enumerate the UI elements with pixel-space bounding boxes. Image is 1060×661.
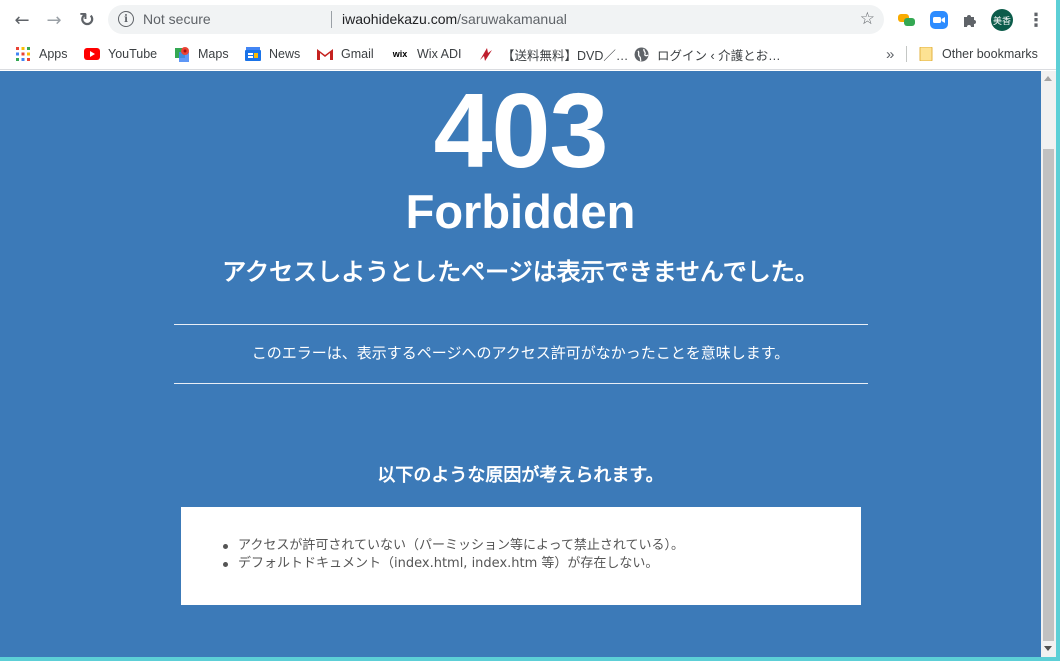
profile-initials: 美香 (992, 16, 1011, 27)
browser-window: ← → ↻ i Not secure iwaohidekazu.com/saru… (0, 0, 1060, 657)
forward-arrow-icon: → (46, 9, 62, 31)
bookmark-label: Wix ADI (417, 47, 462, 61)
bookmark-apps[interactable]: Apps (15, 44, 68, 64)
bookmark-label: Maps (198, 47, 229, 61)
reload-icon: ↻ (79, 9, 95, 31)
bookmark-label: News (269, 47, 301, 61)
url-host: iwaohidekazu.com (342, 11, 458, 27)
vertical-scrollbar[interactable] (1041, 71, 1056, 657)
chat-extension-icon[interactable] (896, 9, 918, 31)
globe-icon (633, 46, 649, 62)
bookmark-maps[interactable]: Maps (174, 44, 229, 64)
bookmark-label: ログイン ‹ 介護とお… (657, 48, 781, 63)
chevron-double-right-icon: » (886, 45, 895, 63)
reload-button[interactable]: ↻ (74, 7, 100, 33)
bookmark-label: Gmail (341, 47, 374, 61)
bookmarks-overflow-button[interactable]: » (886, 44, 894, 64)
bookmark-youtube[interactable]: YouTube (84, 44, 157, 64)
gmail-icon (317, 46, 333, 62)
forward-button[interactable]: → (41, 7, 67, 33)
bookmarks-bar: Apps YouTube Maps News Gmail wix Wix ADI… (0, 38, 1060, 70)
page-content: 403 Forbidden アクセスしようとしたページは表示できませんでした。 … (0, 71, 1041, 657)
list-item: アクセスが許可されていない（パーミッション等によって禁止されている）。 (222, 538, 685, 553)
kebab-menu-icon: ⋮ (1027, 9, 1045, 31)
bookmarks-separator (906, 46, 907, 62)
browser-toolbar: ← → ↻ i Not secure iwaohidekazu.com/saru… (0, 0, 1060, 38)
youtube-icon (84, 46, 100, 62)
divider-bottom (174, 383, 868, 384)
security-label[interactable]: Not secure (143, 11, 211, 27)
causes-title: 以下のような原因が考えられます。 (377, 465, 664, 486)
browser-menu-button[interactable]: ⋮ (1025, 9, 1047, 31)
window-border (1056, 0, 1060, 661)
list-item: デフォルトドキュメント（index.html, index.htm 等）が存在し… (222, 555, 684, 573)
back-arrow-icon: ← (14, 9, 30, 31)
bookmark-gmail[interactable]: Gmail (317, 44, 374, 64)
shop-logo-icon (478, 46, 494, 62)
scrollbar-thumb[interactable] (1043, 149, 1054, 641)
scroll-up-arrow-icon[interactable] (1044, 76, 1052, 81)
error-headline: アクセスしようとしたページは表示できませんでした。 (222, 258, 819, 286)
other-bookmarks[interactable]: Other bookmarks (918, 44, 1038, 64)
divider-top (174, 324, 868, 325)
error-status: Forbidden (405, 185, 636, 238)
causes-box: アクセスが許可されていない（パーミッション等によって禁止されている）。 デフォル… (181, 507, 861, 605)
extensions-puzzle-icon[interactable] (959, 9, 981, 31)
bookmark-dvd-shop[interactable]: 【送料無料】DVD／… (478, 44, 628, 64)
back-button[interactable]: ← (9, 7, 35, 33)
info-icon[interactable]: i (118, 11, 134, 27)
bookmark-label: Apps (39, 47, 68, 61)
error-code: 403 (433, 72, 609, 190)
bookmark-label: YouTube (108, 47, 158, 61)
folder-icon (918, 46, 934, 62)
error-description: このエラーは、表示するページへのアクセス許可がなかったことを意味します。 (251, 344, 790, 362)
address-bar[interactable]: i Not secure iwaohidekazu.com/saruwakama… (108, 5, 884, 34)
news-icon (245, 46, 261, 62)
bookmark-login[interactable]: ログイン ‹ 介護とお… (633, 44, 781, 64)
bookmark-wix-adi[interactable]: wix Wix ADI (391, 44, 462, 64)
scroll-down-arrow-icon[interactable] (1044, 646, 1052, 651)
profile-avatar[interactable]: 美香 (991, 9, 1013, 31)
wix-icon: wix (392, 49, 408, 59)
other-bookmarks-label: Other bookmarks (942, 47, 1038, 61)
apps-grid-icon (15, 46, 31, 62)
bookmark-news[interactable]: News (245, 44, 300, 64)
address-divider (331, 11, 332, 28)
causes-list: アクセスが許可されていない（パーミッション等によって禁止されている）。 デフォル… (222, 537, 685, 573)
zoom-extension-icon[interactable] (928, 9, 950, 31)
bookmark-star-icon[interactable]: ☆ (860, 9, 875, 29)
url-text[interactable]: iwaohidekazu.com/saruwakamanual (342, 11, 567, 27)
bookmark-label: 【送料無料】DVD／… (502, 48, 629, 63)
maps-pin-icon (174, 46, 190, 62)
url-path: /saruwakamanual (457, 11, 567, 27)
